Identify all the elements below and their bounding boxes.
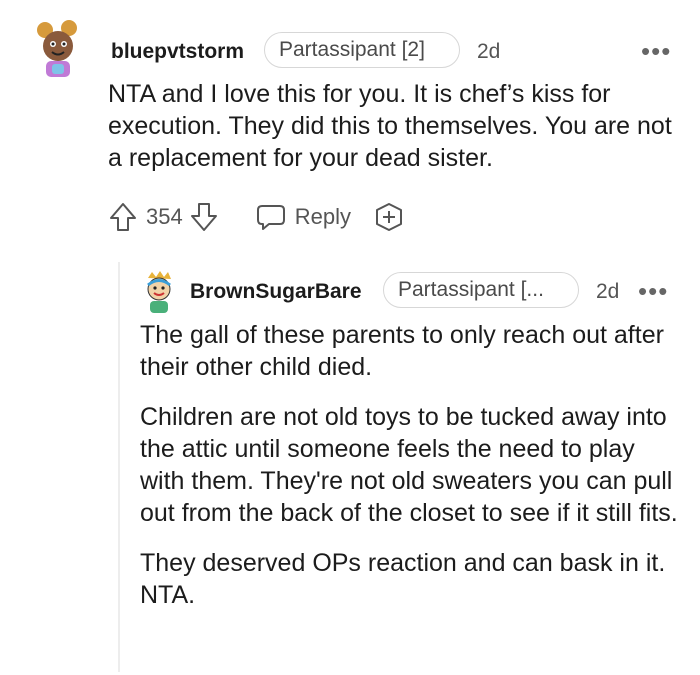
- avatar[interactable]: [32, 20, 88, 82]
- username[interactable]: bluepvtstorm: [111, 40, 244, 64]
- award-icon[interactable]: [373, 201, 405, 233]
- more-options-button[interactable]: •••: [641, 38, 671, 64]
- user-flair: Partassipant [...: [383, 272, 579, 308]
- comment-paragraph: They deserved OPs reaction and can bask …: [140, 549, 666, 609]
- reply-label: Reply: [294, 204, 351, 229]
- comment-top: bluepvtstorm Partassipant [2] 2d ••• NTA…: [0, 0, 700, 260]
- comment-paragraph: Children are not old toys to be tucked a…: [140, 403, 678, 527]
- timestamp: 2d: [477, 40, 501, 63]
- more-icon: •••: [638, 276, 669, 306]
- timestamp: 2d: [596, 280, 620, 303]
- upvote-icon[interactable]: [108, 201, 138, 233]
- reply-icon: [255, 202, 287, 232]
- user-flair: Partassipant [2]: [264, 32, 460, 68]
- avatar[interactable]: [140, 270, 178, 316]
- comment-body: NTA and I love this for you. It is chef’…: [108, 78, 683, 192]
- more-icon: •••: [641, 36, 672, 66]
- more-options-button[interactable]: •••: [638, 278, 668, 304]
- username[interactable]: BrownSugarBare: [190, 280, 362, 304]
- comment-paragraph: The gall of these parents to only reach …: [140, 321, 664, 381]
- comment-paragraph: NTA and I love this for you. It is chef’…: [108, 80, 672, 172]
- comment-body: The gall of these parents to only reach …: [140, 319, 680, 629]
- vote-count: 354: [146, 204, 183, 229]
- comment-actions: 354 Reply: [108, 200, 405, 234]
- downvote-icon[interactable]: [189, 201, 219, 233]
- comment-reply: BrownSugarBare Partassipant [... 2d ••• …: [0, 262, 700, 675]
- reply-button[interactable]: Reply: [255, 202, 351, 232]
